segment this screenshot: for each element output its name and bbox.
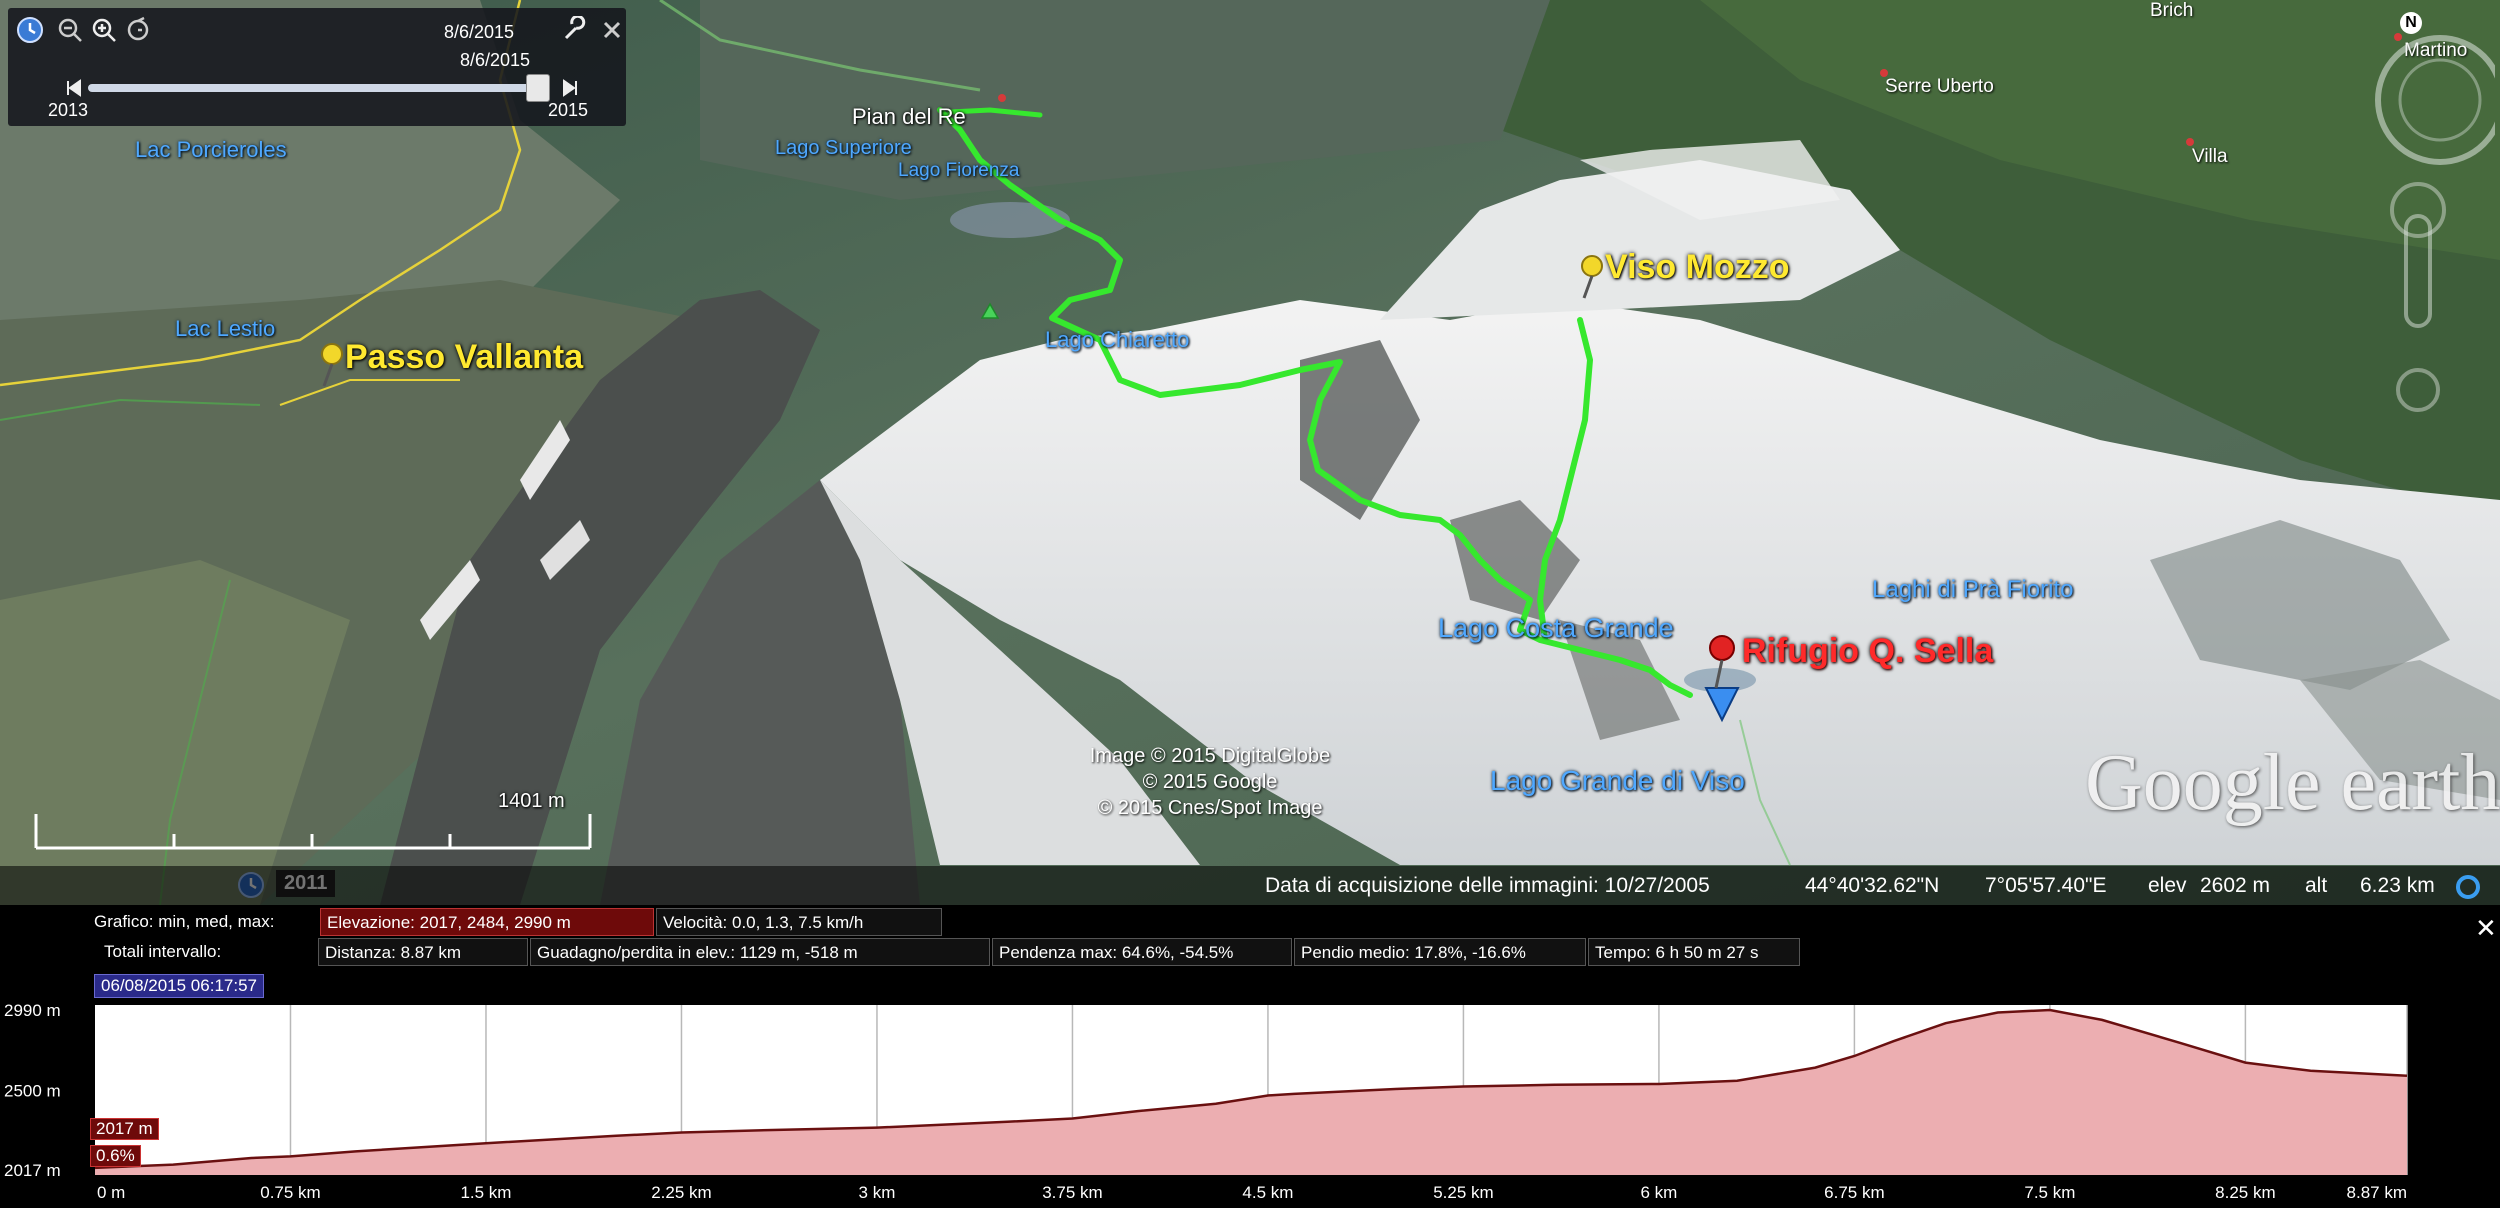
x-tick-label: 0 m: [97, 1183, 125, 1202]
gain-stat: Guadagno/perdita in elev.: 1129 m, -518 …: [530, 938, 990, 966]
label-villa[interactable]: Villa: [2192, 146, 2228, 168]
compass-ring[interactable]: [2375, 35, 2500, 165]
time-stat: Tempo: 6 h 50 m 27 s: [1588, 938, 1800, 966]
x-tick-label: 6 km: [1641, 1183, 1678, 1202]
acquisition-date: Data di acquisizione delle immagini: 10/…: [1265, 874, 1710, 897]
x-tick-label: 8.87 km: [2347, 1183, 2407, 1202]
label-laghi-pra-fiorito[interactable]: Laghi di Prà Fiorito: [1872, 576, 2073, 604]
altitude-value: 6.23 km: [2360, 874, 2435, 897]
google-earth-logo: Google earth: [2085, 739, 2500, 827]
north-indicator[interactable]: N: [2400, 12, 2422, 34]
label-lago-fiorenza[interactable]: Lago Fiorenza: [898, 160, 1019, 182]
date-bottom: 8/6/2015: [460, 50, 531, 70]
copyright-line: © 2015 Cnes/Spot Image: [1097, 797, 1323, 819]
label-passo-vallanta[interactable]: Passo Vallanta: [345, 338, 583, 377]
x-tick-label: 5.25 km: [1433, 1183, 1493, 1202]
max-slope-stat: Pendenza max: 64.6%, -54.5%: [992, 938, 1292, 966]
x-tick-label: 0.75 km: [260, 1183, 320, 1202]
year-end: 2015: [548, 100, 589, 120]
reset-time-icon[interactable]: [124, 16, 152, 44]
streaming-icon: [2456, 875, 2480, 899]
elevation-stat[interactable]: Elevazione: 2017, 2484, 2990 m: [320, 908, 654, 936]
label-lac-porcieroles[interactable]: Lac Porcieroles: [135, 137, 287, 163]
label-lago-grande-viso[interactable]: Lago Grande di Viso: [1490, 765, 1745, 797]
pushpin-red-icon[interactable]: [1700, 632, 1740, 692]
zoom-out-icon[interactable]: [56, 16, 84, 44]
x-tick-label: 2.25 km: [651, 1183, 711, 1202]
x-tick-label: 6.75 km: [1824, 1183, 1884, 1202]
altitude-label: alt: [2305, 874, 2328, 897]
longitude: 7°05'57.40"E: [1985, 874, 2107, 897]
stats-row-2: Totali intervallo: Distanza: 8.87 km Gua…: [0, 938, 2500, 968]
time-slider-panel: 8/6/2015 8/6/2015 2013 2015: [8, 8, 626, 126]
label-brich[interactable]: Brich: [2150, 0, 2193, 22]
cursor-elevation: 2017 m: [90, 1118, 159, 1140]
elevation-profile-panel: Grafico: min, med, max: Elevazione: 2017…: [0, 905, 2500, 1208]
speed-stat[interactable]: Velocità: 0.0, 1.3, 7.5 km/h: [656, 908, 942, 936]
skip-forward-icon[interactable]: [560, 78, 580, 98]
graph-label: Grafico: min, med, max:: [94, 912, 275, 931]
copyright-line: © 2015 Google: [1142, 771, 1278, 793]
x-tick-label: 1.5 km: [460, 1183, 511, 1202]
move-joystick[interactable]: [2396, 368, 2440, 412]
label-serre-uberto[interactable]: Serre Uberto: [1885, 76, 1994, 98]
pushpin-yellow-icon[interactable]: [310, 340, 350, 390]
stats-row-1: Grafico: min, med, max: Elevazione: 2017…: [0, 908, 2500, 938]
label-viso-mozzo[interactable]: Viso Mozzo: [1605, 248, 1790, 287]
wrench-icon[interactable]: [560, 16, 588, 44]
y-tick-label: 2500 m: [4, 1082, 61, 1101]
skip-back-icon[interactable]: [64, 78, 84, 98]
scale-bar: [34, 814, 592, 850]
close-icon[interactable]: [598, 16, 626, 44]
zoom-in-icon[interactable]: [90, 16, 118, 44]
x-tick-label: 3 km: [859, 1183, 896, 1202]
clock-icon[interactable]: [16, 16, 44, 44]
cursor-slope: 0.6%: [90, 1145, 141, 1167]
elevation-label: elev: [2148, 874, 2187, 897]
time-slider-handle[interactable]: [526, 74, 550, 102]
x-tick-label: 7.5 km: [2024, 1183, 2075, 1202]
imagery-copyright: Image © 2015 DigitalGlobe © 2015 Google …: [1080, 743, 1340, 821]
look-joystick[interactable]: [2390, 182, 2446, 238]
totals-label: Totali intervallo:: [104, 942, 222, 961]
status-bar: Data di acquisizione delle immagini: 10/…: [0, 866, 2500, 905]
cursor-timestamp: 06/08/2015 06:17:57: [94, 974, 264, 998]
time-slider-track[interactable]: [88, 84, 548, 92]
label-lago-superiore[interactable]: Lago Superiore: [775, 137, 912, 160]
elevation-chart[interactable]: 2017 m 2500 m 2990 m 0 m 0.75 km 1.5 km 2.25 …: [0, 1000, 2500, 1208]
map-view[interactable]: 8/6/2015 8/6/2015 2013 2015 Lac Porciero…: [0, 0, 2500, 905]
elevation-value: 2602 m: [2200, 874, 2271, 897]
y-tick-label: 2990 m: [4, 1001, 61, 1020]
pushpin-yellow-icon[interactable]: [1570, 252, 1610, 302]
x-tick-label: 3.75 km: [1042, 1183, 1102, 1202]
label-lac-lestio[interactable]: Lac Lestio: [175, 316, 275, 342]
label-lago-chiaretto[interactable]: Lago Chiaretto: [1045, 327, 1189, 353]
distance-stat: Distanza: 8.87 km: [318, 938, 528, 966]
navigation-controls: N: [2350, 10, 2500, 480]
x-tick-label: 8.25 km: [2215, 1183, 2275, 1202]
copyright-line: Image © 2015 DigitalGlobe: [1089, 745, 1331, 767]
date-top: 8/6/2015: [444, 22, 515, 42]
y-tick-label: 2017 m: [4, 1161, 61, 1180]
year-start: 2013: [48, 100, 89, 120]
label-lago-costa-grande[interactable]: Lago Costa Grande: [1438, 613, 1674, 644]
avg-slope-stat: Pendio medio: 17.8%, -16.6%: [1294, 938, 1586, 966]
x-tick-label: 4.5 km: [1242, 1183, 1293, 1202]
label-rifugio-sella[interactable]: Rifugio Q. Sella: [1742, 632, 1993, 671]
scale-label: 1401 m: [498, 790, 565, 812]
label-pian-del-re[interactable]: Pian del Re: [852, 104, 966, 130]
latitude: 44°40'32.62"N: [1805, 874, 1940, 897]
